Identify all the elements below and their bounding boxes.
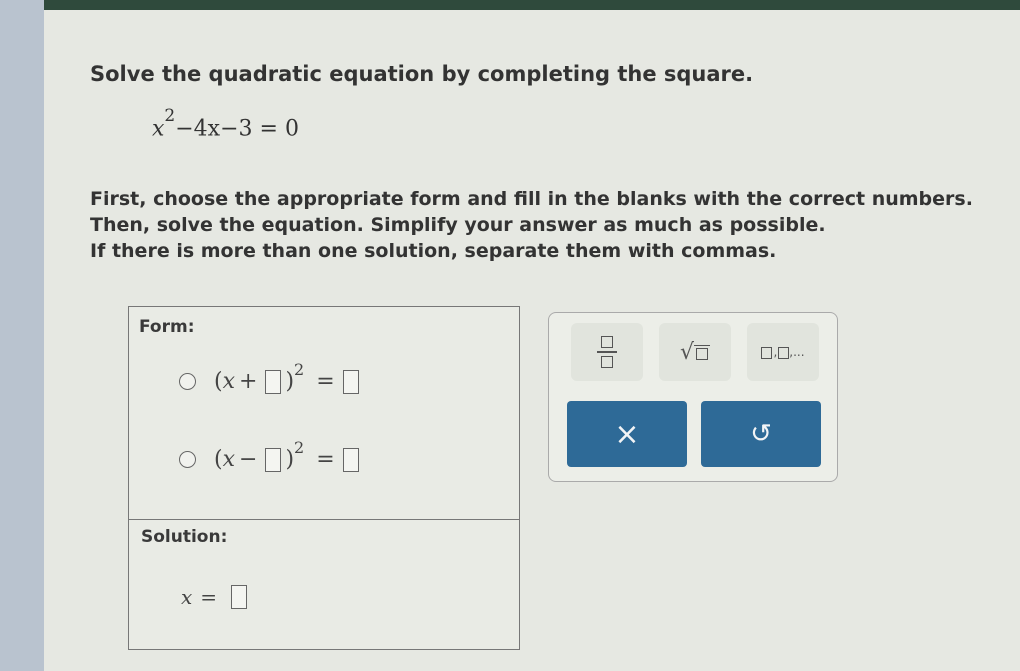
fraction-icon bbox=[597, 336, 617, 368]
instructions: First, choose the appropriate form and f… bbox=[90, 186, 973, 264]
instruction-line-3: If there is more than one solution, sepa… bbox=[90, 240, 777, 262]
sqrt-button[interactable]: √ bbox=[659, 323, 731, 381]
paren-open: ( bbox=[214, 369, 223, 394]
undo-button[interactable]: ↺ bbox=[701, 401, 821, 467]
option-exponent: 2 bbox=[294, 438, 305, 457]
box-divider bbox=[129, 519, 519, 520]
solution-label: Solution: bbox=[141, 527, 228, 547]
option-variable: x bbox=[222, 447, 236, 472]
instruction-line-1: First, choose the appropriate form and f… bbox=[90, 188, 973, 210]
minus-sign: − bbox=[239, 447, 258, 472]
solution-line: x = bbox=[181, 585, 251, 609]
blank-minus-k[interactable] bbox=[342, 447, 359, 472]
solution-variable: x bbox=[181, 585, 193, 609]
blank-plus-k[interactable] bbox=[342, 369, 359, 394]
form-option-plus[interactable]: ( x + ) 2 = bbox=[179, 360, 363, 394]
option-exponent: 2 bbox=[294, 360, 305, 379]
paren-open: ( bbox=[214, 447, 223, 472]
list-icon: ,,... bbox=[761, 345, 805, 359]
answer-box: Form: ( x + ) 2 = ( x − ) 2 = Solution: … bbox=[128, 306, 520, 650]
paren-close: ) bbox=[285, 369, 295, 394]
undo-icon: ↺ bbox=[750, 419, 772, 449]
list-button[interactable]: ,,... bbox=[747, 323, 819, 381]
form-label: Form: bbox=[139, 317, 195, 337]
option-variable: x bbox=[222, 369, 236, 394]
blank-minus-h[interactable] bbox=[265, 447, 282, 472]
equation-rest: −4x−3 = 0 bbox=[175, 116, 299, 142]
equation-variable: x bbox=[152, 116, 165, 142]
instruction-line-2: Then, solve the equation. Simplify your … bbox=[90, 214, 826, 236]
equation-exponent: 2 bbox=[164, 106, 176, 126]
close-icon: × bbox=[614, 416, 640, 452]
solution-equals: = bbox=[200, 585, 218, 609]
plus-sign: + bbox=[239, 369, 258, 394]
fraction-button[interactable] bbox=[571, 323, 643, 381]
form-option-minus[interactable]: ( x − ) 2 = bbox=[179, 438, 363, 472]
given-equation: x2−4x−3 = 0 bbox=[152, 106, 299, 142]
list-ellipsis: ,... bbox=[789, 345, 805, 359]
blank-plus-h[interactable] bbox=[265, 369, 282, 394]
left-strip bbox=[0, 0, 44, 671]
math-tool-panel: √ ,,... × ↺ bbox=[548, 312, 838, 482]
radio-minus[interactable] bbox=[179, 451, 196, 468]
paren-close: ) bbox=[285, 447, 295, 472]
equals-sign: = bbox=[316, 447, 335, 472]
radio-plus[interactable] bbox=[179, 373, 196, 390]
solution-input[interactable] bbox=[231, 585, 248, 609]
question-prompt: Solve the quadratic equation by completi… bbox=[90, 62, 754, 86]
sqrt-icon: √ bbox=[680, 340, 711, 365]
clear-button[interactable]: × bbox=[567, 401, 687, 467]
equals-sign: = bbox=[316, 369, 335, 394]
